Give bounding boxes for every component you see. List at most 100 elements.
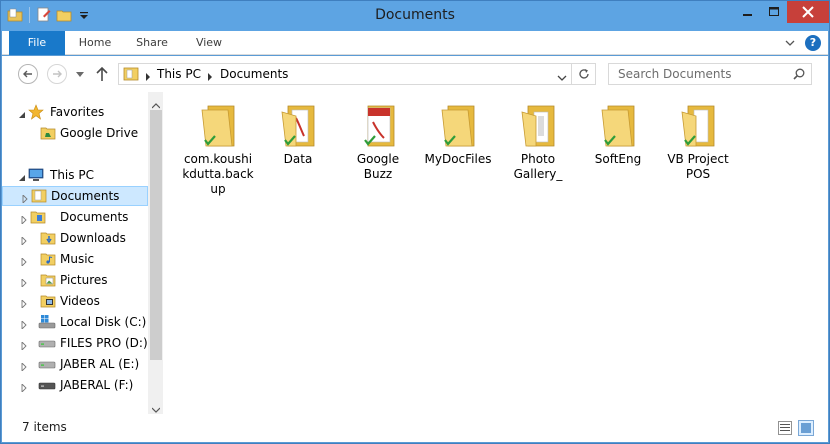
- minimize-button[interactable]: [735, 1, 761, 23]
- search-icon[interactable]: [793, 68, 805, 80]
- pictures-folder-icon: [40, 272, 56, 288]
- synced-folder-icon: [594, 100, 642, 150]
- navigation-scrollbar[interactable]: [148, 92, 164, 414]
- collapsed-arrow-icon[interactable]: [20, 318, 28, 331]
- file-item[interactable]: SoftEng: [578, 100, 658, 167]
- file-item[interactable]: MyDocFiles: [418, 100, 498, 167]
- tree-item-label: Videos: [60, 294, 100, 308]
- arrow-right-icon: [53, 70, 62, 78]
- title-bar[interactable]: Documents: [1, 1, 829, 31]
- computer-icon: [28, 167, 44, 183]
- system-drive-icon: [38, 314, 56, 330]
- file-item[interactable]: Photo Gallery_: [498, 100, 578, 182]
- breadcrumb-documents[interactable]: Documents: [220, 67, 288, 81]
- maximize-icon: [769, 7, 779, 16]
- item-count: 7 items: [22, 420, 67, 434]
- help-icon[interactable]: ?: [805, 35, 821, 51]
- tree-item-label: Favorites: [50, 105, 105, 119]
- expand-ribbon-chevron-icon[interactable]: [784, 37, 796, 49]
- collapsed-arrow-icon[interactable]: [20, 255, 28, 268]
- collapsed-arrow-icon[interactable]: [20, 297, 28, 310]
- tree-item-local-disk-c[interactable]: Local Disk (C:): [2, 312, 148, 332]
- file-list[interactable]: com.koushikdutta.backup Data Google Buzz…: [163, 92, 828, 414]
- file-name: VB Project POS: [667, 152, 729, 181]
- folder-icon: [514, 100, 562, 150]
- tree-item-label: Music: [60, 252, 95, 266]
- search-box[interactable]: [608, 63, 812, 85]
- tree-item-label: Documents: [60, 210, 129, 224]
- file-name: SoftEng: [594, 152, 642, 166]
- synced-folder-icon: [674, 100, 722, 150]
- expanded-arrow-icon[interactable]: [18, 108, 26, 118]
- details-view-icon[interactable]: [778, 421, 792, 435]
- tree-item-label: Local Disk (C:): [60, 315, 147, 329]
- close-button[interactable]: [787, 1, 829, 23]
- tree-item-label: Downloads: [60, 231, 126, 245]
- tree-item-google-drive[interactable]: Google Drive: [2, 123, 148, 143]
- tree-item-downloads[interactable]: Downloads: [2, 228, 148, 248]
- documents-folder-icon: [30, 209, 46, 225]
- refresh-icon: [578, 69, 589, 79]
- refresh-button[interactable]: [572, 63, 596, 85]
- tree-item-label: JABERAL (F:): [60, 378, 134, 392]
- tree-item-label: This PC: [50, 168, 94, 182]
- search-input[interactable]: [609, 64, 789, 84]
- scroll-up-icon[interactable]: [151, 98, 161, 109]
- tab-file[interactable]: File: [9, 31, 65, 55]
- collapsed-arrow-icon[interactable]: [20, 339, 28, 352]
- breadcrumb-separator-icon[interactable]: [207, 70, 213, 81]
- chevron-down-icon[interactable]: [557, 71, 567, 81]
- tree-item-documents-library[interactable]: Documents: [2, 186, 148, 206]
- tab-share[interactable]: Share: [126, 31, 178, 55]
- collapsed-arrow-icon[interactable]: [20, 234, 28, 247]
- minimize-icon: [743, 14, 752, 16]
- collapsed-arrow-icon[interactable]: [20, 360, 28, 373]
- file-item[interactable]: com.koushikdutta.backup: [178, 100, 258, 197]
- tree-item-jaber-al-e[interactable]: JABER AL (E:): [2, 354, 148, 374]
- tree-item-pictures[interactable]: Pictures: [2, 270, 148, 290]
- scrollbar-thumb[interactable]: [150, 110, 162, 360]
- file-item[interactable]: VB Project POS: [658, 100, 738, 182]
- collapsed-arrow-icon[interactable]: [20, 213, 28, 226]
- videos-folder-icon: [40, 293, 56, 309]
- tab-view[interactable]: View: [183, 31, 235, 55]
- drive-icon: [38, 335, 56, 351]
- tree-item-music[interactable]: Music: [2, 249, 148, 269]
- tree-item-videos[interactable]: Videos: [2, 291, 148, 311]
- maximize-button[interactable]: [761, 1, 787, 23]
- explorer-window: Documents File Home Share View ? This PC…: [0, 0, 830, 444]
- collapsed-arrow-icon[interactable]: [20, 381, 28, 394]
- pdf-folder-icon: [274, 100, 322, 150]
- address-bar[interactable]: This PC Documents: [118, 63, 572, 85]
- status-bar: 7 items: [2, 414, 828, 442]
- tab-home[interactable]: Home: [69, 31, 121, 55]
- scroll-down-icon[interactable]: [151, 402, 161, 413]
- file-item[interactable]: Google Buzz: [338, 100, 418, 182]
- up-arrow-icon[interactable]: [95, 66, 109, 82]
- synced-folder-icon: [194, 100, 242, 150]
- tree-item-label: JABER AL (E:): [60, 357, 140, 371]
- downloads-folder-icon: [40, 230, 56, 246]
- recent-locations-icon[interactable]: [75, 68, 85, 78]
- breadcrumb-this-pc[interactable]: This PC: [157, 67, 201, 81]
- tree-item-label: Pictures: [60, 273, 108, 287]
- tree-item-documents[interactable]: Documents: [2, 207, 148, 227]
- tree-item-files-pro-d[interactable]: FILES PRO (D:): [2, 333, 148, 353]
- file-name: Data: [283, 152, 313, 166]
- tree-item-jaberal-f[interactable]: JABERAL (F:): [2, 375, 148, 395]
- expanded-arrow-icon[interactable]: [18, 171, 26, 181]
- breadcrumb-separator-icon[interactable]: [145, 70, 151, 81]
- tree-item-this-pc[interactable]: This PC: [2, 165, 148, 185]
- documents-folder-icon: [123, 67, 139, 81]
- file-item[interactable]: Data: [258, 100, 338, 167]
- forward-button[interactable]: [47, 64, 67, 84]
- tree-item-favorites[interactable]: Favorites: [2, 102, 148, 122]
- collapsed-arrow-icon[interactable]: [20, 276, 28, 289]
- star-icon: [28, 104, 44, 120]
- google-drive-folder-icon: [40, 125, 56, 141]
- tree-item-label: Google Drive: [60, 126, 139, 140]
- collapsed-arrow-icon[interactable]: [21, 192, 29, 205]
- back-button[interactable]: [18, 64, 38, 84]
- large-icons-view-icon[interactable]: [798, 420, 814, 436]
- file-name: com.koushikdutta.backup: [182, 152, 254, 196]
